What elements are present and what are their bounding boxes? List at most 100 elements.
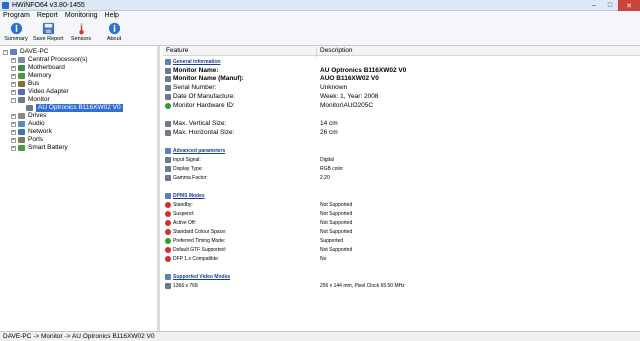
- not-supported-icon: [165, 202, 171, 208]
- tree-item-label: Ports: [28, 136, 44, 143]
- status-bar: DAVE-PC -> Monitor -> AU Optronics B116X…: [0, 331, 640, 341]
- detail-value: Digital: [320, 157, 334, 163]
- tree-item-audio[interactable]: + Audio: [11, 120, 45, 128]
- tree-item-label: Motherboard: [28, 64, 65, 71]
- detail-row[interactable]: Suspend: Not Supported: [163, 210, 640, 218]
- tree-item-cpu[interactable]: + Central Processor(s): [11, 56, 88, 64]
- monitor-icon: [165, 94, 171, 100]
- summary-button[interactable]: Summary: [1, 22, 31, 45]
- tree-item-memory[interactable]: + Memory: [11, 72, 51, 80]
- tree-item-label: Memory: [28, 72, 52, 79]
- tree-item-drives[interactable]: + Drives: [11, 112, 46, 120]
- sensors-button[interactable]: Sensors: [66, 22, 96, 45]
- motherboard-icon: [18, 65, 25, 71]
- not-supported-icon: [165, 229, 171, 235]
- detail-row[interactable]: Max. Vertical Size: 14 cm: [163, 120, 640, 128]
- menu-report[interactable]: Report: [37, 11, 58, 21]
- detail-row[interactable]: Default GTF Supported: Not Supported: [163, 246, 640, 254]
- monitor-icon: [165, 130, 171, 136]
- tree-item-au-optronics[interactable]: AU Optronics B116XW02 V0: [26, 104, 123, 112]
- expand-icon[interactable]: +: [11, 65, 16, 71]
- detail-row[interactable]: 1366 x 768 256 x 144 mm, Pixel Clock 65.…: [163, 282, 640, 290]
- tree-root[interactable]: - DAVE-PC: [3, 48, 48, 56]
- detail-row[interactable]: Display Type: RGB color: [163, 165, 640, 173]
- menu-monitoring[interactable]: Monitoring: [65, 11, 98, 21]
- monitor-icon: [165, 166, 171, 172]
- feature-column-header[interactable]: Feature: [166, 47, 188, 55]
- audio-icon: [18, 121, 25, 127]
- maximize-icon[interactable]: □: [602, 0, 618, 11]
- collapse-icon[interactable]: -: [3, 49, 8, 55]
- tree-item-monitor[interactable]: - Monitor: [11, 96, 50, 104]
- supported-icon: [165, 238, 171, 244]
- detail-feature: Gamma Factor:: [173, 175, 208, 181]
- monitor-icon: [165, 157, 171, 163]
- expand-icon[interactable]: +: [11, 129, 16, 135]
- detail-row[interactable]: Monitor Name (Manuf): AUO B116XW02 V0: [163, 75, 640, 83]
- detail-value: AUO B116XW02 V0: [320, 75, 379, 82]
- tree-item-network[interactable]: + Network: [11, 128, 52, 136]
- detail-value: Not Supported: [320, 229, 353, 235]
- detail-row[interactable]: Monitor Hardware ID: Monitor\AUO205C: [163, 102, 640, 110]
- tree-item-label: Video Adapter: [28, 88, 69, 95]
- detail-feature: Input Signal:: [173, 157, 201, 163]
- tree-root-label: DAVE-PC: [20, 48, 49, 55]
- tree-item-label: Bus: [28, 80, 40, 87]
- section-general: General information: [163, 58, 640, 66]
- computer-icon: [10, 49, 17, 55]
- column-divider[interactable]: [316, 47, 317, 57]
- detail-row[interactable]: Gamma Factor: 2.20: [163, 174, 640, 182]
- menu-bar: Program Report Monitoring Help: [0, 11, 640, 21]
- detail-value: Supported: [320, 238, 344, 244]
- monitor-icon: [26, 105, 33, 111]
- detail-value: Unknown: [320, 84, 348, 91]
- tree-item-video-adapter[interactable]: + Video Adapter: [11, 88, 69, 96]
- detail-feature: Standby:: [173, 202, 193, 208]
- section-title: DPMS Modes: [173, 193, 205, 199]
- about-button[interactable]: About: [99, 22, 129, 45]
- tree-item-smart-battery[interactable]: + Smart Battery: [11, 144, 68, 152]
- detail-value: Not Supported: [320, 202, 353, 208]
- tree-item-motherboard[interactable]: + Motherboard: [11, 64, 65, 72]
- detail-row[interactable]: Date Of Manufacture: Week: 1, Year: 2008: [163, 93, 640, 101]
- close-icon[interactable]: ✕: [618, 0, 640, 11]
- section-title: General information: [173, 59, 221, 65]
- detail-row[interactable]: Preferred Timing Mode: Supported: [163, 237, 640, 245]
- expand-icon[interactable]: +: [11, 145, 16, 151]
- detail-row[interactable]: Standby: Not Supported: [163, 201, 640, 209]
- save-report-button[interactable]: Save Report: [33, 22, 64, 45]
- detail-row[interactable]: Serial Number: Unknown: [163, 84, 640, 92]
- tree-item-label: Drives: [28, 112, 47, 119]
- detail-row[interactable]: Max. Horizontal Size: 26 cm: [163, 129, 640, 137]
- detail-row[interactable]: DFP 1.x Compatible: No: [163, 255, 640, 263]
- tree-item-ports[interactable]: + Ports: [11, 136, 43, 144]
- save-report-label: Save Report: [33, 36, 64, 42]
- expand-icon[interactable]: +: [11, 89, 16, 95]
- collapse-icon[interactable]: -: [11, 97, 16, 103]
- menu-help[interactable]: Help: [105, 11, 119, 21]
- memory-icon: [18, 73, 25, 79]
- section-advanced: Advanced parameters: [163, 147, 640, 155]
- tree-item-bus[interactable]: + Bus: [11, 80, 39, 88]
- expand-icon[interactable]: +: [11, 113, 16, 119]
- detail-row[interactable]: Standard Colour Space: Not Supported: [163, 228, 640, 236]
- expand-icon[interactable]: +: [11, 81, 16, 87]
- hardware-id-icon: [165, 103, 171, 109]
- menu-program[interactable]: Program: [3, 11, 30, 21]
- minimize-icon[interactable]: –: [586, 0, 602, 11]
- expand-icon[interactable]: +: [11, 137, 16, 143]
- description-column-header[interactable]: Description: [320, 47, 353, 55]
- detail-feature: Monitor Name:: [173, 67, 219, 74]
- detail-row[interactable]: Monitor Name: AU Optronics B116XW02 V0: [163, 67, 640, 75]
- detail-value: Week: 1, Year: 2008: [320, 93, 379, 100]
- expand-icon[interactable]: +: [11, 57, 16, 63]
- detail-value: Not Supported: [320, 220, 353, 226]
- tree-item-label: Network: [28, 128, 52, 135]
- detail-row[interactable]: Input Signal: Digital: [163, 156, 640, 164]
- expand-icon[interactable]: +: [11, 73, 16, 79]
- detail-row[interactable]: Active Off: Not Supported: [163, 219, 640, 227]
- tree-item-label: Monitor: [28, 96, 50, 103]
- detail-value: 14 cm: [320, 120, 338, 127]
- detail-feature: Monitor Name (Manuf):: [173, 75, 244, 82]
- expand-icon[interactable]: +: [11, 121, 16, 127]
